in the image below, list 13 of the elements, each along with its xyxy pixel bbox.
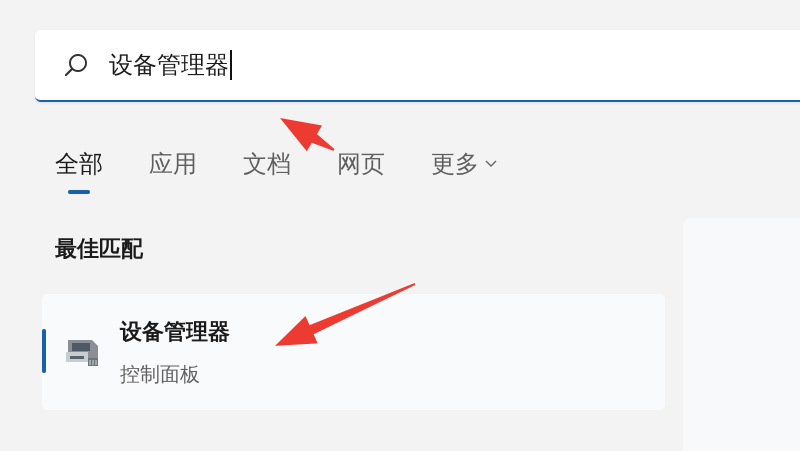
filter-tab[interactable]: 网页: [337, 148, 385, 194]
filter-tab[interactable]: 全部: [55, 148, 103, 194]
filter-tab[interactable]: 应用: [149, 148, 197, 194]
section-heading: 最佳匹配: [55, 236, 144, 264]
result-item[interactable]: 设备管理器 控制面板: [42, 294, 665, 410]
annotation-arrow: [280, 118, 334, 152]
filter-tab[interactable]: 更多: [431, 148, 497, 194]
search-icon: [63, 52, 89, 78]
chevron-down-icon: [485, 160, 497, 168]
search-field[interactable]: 设备管理器: [35, 30, 800, 102]
result-title: 设备管理器: [120, 318, 230, 346]
filter-tab[interactable]: 文档: [243, 148, 291, 194]
result-subtitle: 控制面板: [120, 360, 201, 388]
